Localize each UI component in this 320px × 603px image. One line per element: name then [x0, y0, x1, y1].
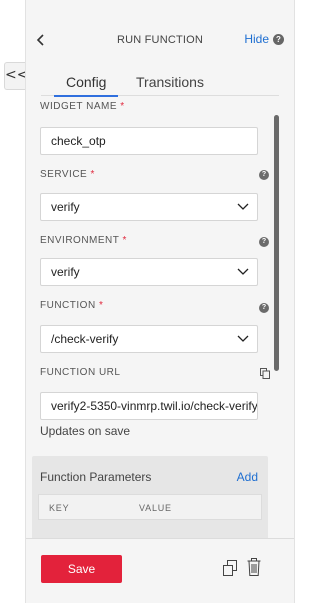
- function-url-field: verify2-5350-vinmrp.twil.io/check-verify: [40, 392, 258, 420]
- environment-value: verify: [51, 265, 80, 279]
- hide-button[interactable]: Hide ?: [244, 32, 284, 46]
- required-marker: *: [122, 235, 127, 246]
- help-icon[interactable]: ?: [259, 170, 269, 180]
- chevron-down-icon: [237, 268, 249, 275]
- canvas-edge: <<: [0, 0, 28, 603]
- parameters-table-header: KEY VALUE: [38, 494, 262, 520]
- service-value: verify: [51, 200, 80, 214]
- help-icon[interactable]: ?: [259, 303, 269, 313]
- function-url-note: Updates on save: [40, 424, 131, 438]
- function-parameters-title: Function Parameters: [40, 470, 152, 484]
- tab-bar: Config Transitions: [41, 74, 279, 97]
- function-label-text: FUNCTION: [40, 300, 96, 311]
- service-label: SERVICE *: [40, 169, 95, 180]
- panel-header: RUN FUNCTION Hide ?: [26, 0, 294, 52]
- function-parameters-section: Function Parameters Add KEY VALUE: [32, 456, 268, 538]
- service-select[interactable]: verify: [40, 193, 258, 221]
- save-button[interactable]: Save: [41, 555, 122, 583]
- environment-label: ENVIRONMENT *: [40, 235, 127, 246]
- tab-transitions[interactable]: Transitions: [136, 74, 204, 90]
- hide-label: Hide: [244, 32, 269, 46]
- tab-config[interactable]: Config: [53, 74, 120, 97]
- required-marker: *: [120, 101, 125, 112]
- copy-icon[interactable]: [260, 368, 270, 379]
- widget-name-label-text: WIDGET NAME: [40, 101, 117, 112]
- environment-label-text: ENVIRONMENT: [40, 235, 120, 246]
- function-select[interactable]: /check-verify: [40, 325, 258, 353]
- widget-name-input[interactable]: check_otp: [40, 127, 258, 155]
- chevron-down-icon: [237, 203, 249, 210]
- help-icon[interactable]: ?: [259, 237, 269, 247]
- environment-select[interactable]: verify: [40, 258, 258, 286]
- help-icon[interactable]: ?: [273, 33, 284, 45]
- duplicate-icon[interactable]: [223, 560, 237, 576]
- run-function-panel: RUN FUNCTION Hide ? Config Transitions W…: [25, 0, 295, 603]
- panel-footer: Save: [26, 538, 294, 603]
- column-header-key: KEY: [49, 503, 70, 513]
- function-value: /check-verify: [51, 332, 119, 346]
- column-header-value: VALUE: [139, 503, 172, 513]
- required-marker: *: [98, 300, 104, 311]
- chevron-down-icon: [237, 335, 249, 342]
- function-label: FUNCTION *: [40, 300, 103, 311]
- config-form: WIDGET NAME * check_otp SERVICE * ? veri…: [26, 98, 288, 538]
- trash-icon[interactable]: [247, 558, 261, 576]
- required-marker: *: [90, 169, 95, 180]
- add-parameter-button[interactable]: Add: [237, 470, 258, 484]
- function-url-label: FUNCTION URL: [40, 367, 121, 378]
- collapse-panel-button[interactable]: <<: [4, 62, 28, 90]
- widget-name-label: WIDGET NAME *: [40, 101, 125, 112]
- panel-scrollbar[interactable]: [274, 115, 279, 371]
- service-label-text: SERVICE: [40, 169, 88, 180]
